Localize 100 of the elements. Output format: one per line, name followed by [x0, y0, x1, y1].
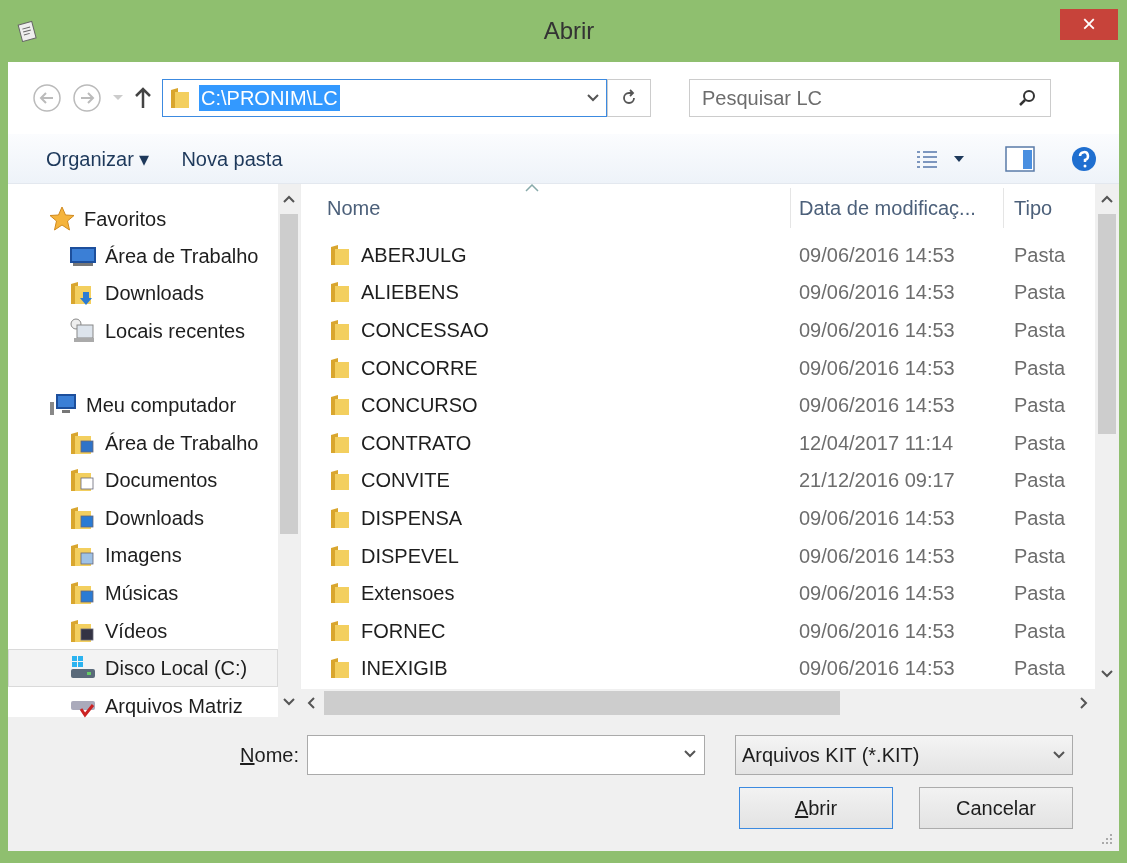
- file-name: ALIEBENS: [361, 280, 459, 306]
- file-row[interactable]: CONVITE 21/12/2016 09:17 Pasta: [301, 461, 1095, 500]
- type-cell-text: Pasta: [1013, 543, 1066, 569]
- type-cell-text: Pasta: [1013, 355, 1066, 381]
- caret-icon: [953, 154, 965, 163]
- notepad-icon: [16, 20, 38, 42]
- date-cell-text: 12/04/2017 11:14: [798, 430, 955, 456]
- filename-label: Nome:: [240, 743, 299, 768]
- file-row[interactable]: CONCESSAO 09/06/2016 14:53 Pasta: [301, 311, 1095, 349]
- filename-field[interactable]: [307, 735, 705, 775]
- scroll-down-icon: [1100, 669, 1114, 679]
- close-button[interactable]: ×: [1060, 8, 1118, 40]
- column-header[interactable]: Tipo: [1004, 188, 1095, 228]
- videos-folder-icon: [69, 617, 97, 644]
- file-name: CONTRATO: [361, 430, 472, 456]
- file-row[interactable]: DISPENSA 09/06/2016 14:53 Pasta: [301, 499, 1095, 537]
- recent-places-icon: [69, 318, 97, 344]
- type-cell-text: Pasta: [1013, 430, 1066, 456]
- file-row[interactable]: INEXIGIB 09/06/2016 14:53 Pasta: [301, 649, 1095, 688]
- date-cell-text: 09/06/2016 14:53: [798, 355, 956, 381]
- refresh-icon: [620, 89, 638, 107]
- file-name: DISPEVEL: [361, 543, 459, 569]
- toolbar-button[interactable]: Nova pasta: [165, 138, 299, 179]
- toolbar-button[interactable]: Organizar ▾: [30, 138, 166, 179]
- sidebar-item[interactable]: Downloads: [8, 274, 278, 313]
- type-cell-text: Pasta: [1013, 618, 1066, 644]
- filetype-dropdown[interactable]: Arquivos KIT (*.KIT): [735, 735, 1073, 775]
- up-arrow-icon[interactable]: [134, 86, 152, 110]
- music-folder-icon: [69, 579, 97, 606]
- file-name: CONCURSO: [361, 393, 478, 419]
- sidebar-item[interactable]: Área de Trabalho: [8, 423, 278, 462]
- folder-icon: [329, 581, 351, 606]
- file-row[interactable]: CONTRATO 12/04/2017 11:14 Pasta: [301, 423, 1095, 462]
- desktop-folder-icon: [69, 429, 97, 456]
- file-row[interactable]: CONCURSO 09/06/2016 14:53 Pasta: [301, 386, 1095, 424]
- type-cell-text: Pasta: [1013, 656, 1066, 682]
- resize-grip-icon[interactable]: [1101, 833, 1113, 845]
- address-path: C:\PRONIM\LC: [199, 85, 340, 111]
- date-cell-text: 09/06/2016 14:53: [798, 280, 956, 306]
- file-row[interactable]: FORNEC 09/06/2016 14:53 Pasta: [301, 611, 1095, 650]
- date-cell-text: 09/06/2016 14:53: [798, 543, 956, 569]
- scrollbar[interactable]: [1095, 184, 1119, 689]
- chevron-down-icon: [586, 93, 600, 103]
- folder-icon: [329, 393, 351, 418]
- file-name: DISPENSA: [361, 505, 463, 531]
- file-name: INEXIGIB: [361, 656, 448, 682]
- help-icon[interactable]: [1071, 145, 1097, 172]
- folder-icon: [169, 86, 191, 110]
- scrollbar[interactable]: [278, 184, 300, 717]
- type-cell-text: Pasta: [1013, 505, 1066, 531]
- sidebar-group[interactable]: Meu computador: [8, 386, 278, 424]
- sidebar-item[interactable]: Downloads: [8, 498, 278, 537]
- scroll-left-icon: [306, 696, 316, 710]
- refresh-button[interactable]: [607, 79, 651, 117]
- scroll-up-icon: [1100, 194, 1114, 204]
- search-field[interactable]: Pesquisar LC: [689, 79, 1051, 117]
- downloads-folder-icon: [69, 504, 97, 531]
- file-row[interactable]: ALIEBENS 09/06/2016 14:53 Pasta: [301, 273, 1095, 312]
- file-name: CONCORRE: [361, 355, 478, 381]
- type-cell-text: Pasta: [1013, 393, 1066, 419]
- date-cell-text: 09/06/2016 14:53: [798, 393, 956, 419]
- folder-icon: [329, 505, 351, 530]
- file-name: CONCESSAO: [361, 318, 489, 343]
- dialog-button[interactable]: Abrir: [739, 787, 893, 829]
- column-header[interactable]: Nome: [301, 188, 791, 228]
- date-cell-text: 09/06/2016 14:53: [798, 618, 956, 644]
- sidebar-item[interactable]: Músicas: [8, 574, 278, 612]
- dropdown-caret-icon[interactable]: [112, 94, 124, 102]
- sidebar-item[interactable]: Documentos: [8, 461, 278, 499]
- chevron-down-icon: [1052, 750, 1066, 760]
- column-header[interactable]: Data de modificaç...: [791, 188, 1004, 228]
- date-cell-text: 09/06/2016 14:53: [798, 318, 956, 343]
- sidebar-item[interactable]: Vídeos: [8, 611, 278, 650]
- file-row[interactable]: ABERJULG 09/06/2016 14:53 Pasta: [301, 236, 1095, 274]
- sidebar-item[interactable]: Área de Trabalho: [8, 237, 278, 275]
- folder-icon: [329, 280, 351, 305]
- file-name: Extensoes: [361, 581, 455, 607]
- pictures-folder-icon: [69, 542, 97, 569]
- search-icon: [1019, 89, 1037, 107]
- star-icon: [48, 204, 76, 233]
- file-row[interactable]: CONCORRE 09/06/2016 14:53 Pasta: [301, 348, 1095, 387]
- file-name: CONVITE: [361, 468, 450, 494]
- dialog-button[interactable]: Cancelar: [919, 787, 1073, 829]
- file-row[interactable]: Extensoes 09/06/2016 14:53 Pasta: [301, 574, 1095, 612]
- sidebar-item[interactable]: Arquivos Matriz: [8, 686, 278, 725]
- details-view-icon: [915, 148, 939, 169]
- sidebar-group[interactable]: Favoritos: [8, 200, 278, 237]
- window-title: Abrir: [542, 16, 596, 46]
- scroll-up-icon: [282, 194, 296, 204]
- sidebar-item[interactable]: Disco Local (C:): [8, 649, 278, 687]
- folder-icon: [329, 318, 351, 342]
- type-cell-text: Pasta: [1013, 581, 1066, 607]
- documents-folder-icon: [69, 467, 97, 494]
- sidebar-item[interactable]: Imagens: [8, 536, 278, 575]
- preview-pane-icon[interactable]: [1005, 145, 1035, 172]
- file-row[interactable]: DISPEVEL 09/06/2016 14:53 Pasta: [301, 536, 1095, 575]
- date-cell-text: 09/06/2016 14:53: [798, 581, 956, 607]
- sidebar-item[interactable]: Locais recentes: [8, 312, 278, 350]
- type-cell-text: Pasta: [1013, 280, 1066, 306]
- date-cell-text: 21/12/2016 09:17: [798, 468, 956, 494]
